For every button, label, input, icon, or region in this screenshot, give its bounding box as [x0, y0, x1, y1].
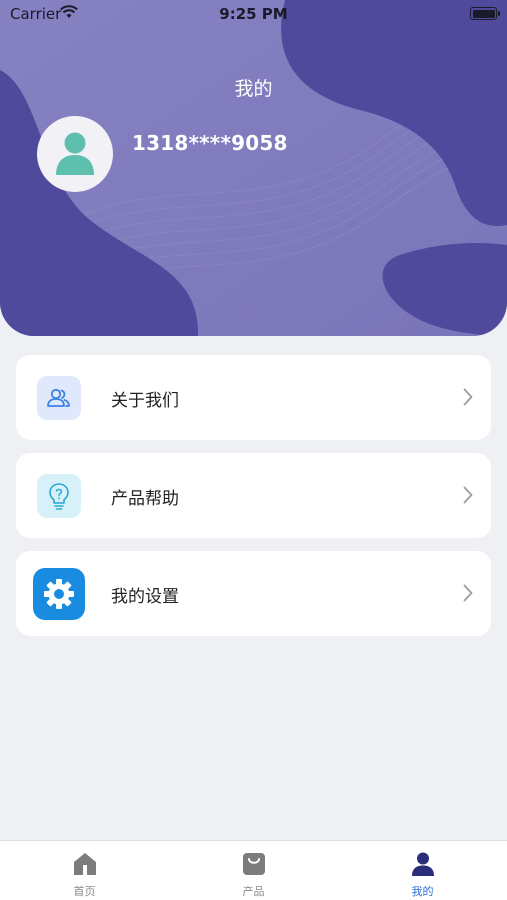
person-icon	[412, 852, 434, 876]
tab-products[interactable]: 产品	[169, 841, 338, 900]
people-icon	[37, 376, 81, 420]
tab-label: 产品	[242, 885, 265, 898]
profile-header: Carrier 9:25 PM 我的 1318****9058	[0, 0, 507, 336]
user-avatar-icon	[56, 132, 94, 175]
tab-label: 首页	[73, 885, 96, 898]
tab-mine[interactable]: 我的	[338, 841, 507, 900]
page-title: 我的	[234, 78, 273, 100]
lightbulb-question-icon	[37, 474, 81, 518]
chevron-right-icon	[463, 584, 473, 602]
tab-home[interactable]: 首页	[0, 841, 169, 900]
menu-item-label: 产品帮助	[111, 489, 179, 509]
tab-label: 我的	[411, 885, 434, 898]
avatar[interactable]	[37, 116, 113, 192]
menu-item-label: 关于我们	[111, 391, 179, 411]
chevron-right-icon	[463, 388, 473, 406]
gear-icon	[33, 568, 85, 620]
chevron-right-icon	[463, 486, 473, 504]
battery-icon	[470, 7, 500, 20]
clock: 9:25 PM	[219, 5, 288, 23]
menu-item-label: 我的设置	[111, 587, 179, 607]
status-bar: Carrier 9:25 PM	[0, 0, 507, 28]
home-icon	[74, 853, 96, 875]
menu-item-about-us[interactable]: 关于我们	[16, 355, 491, 440]
menu-item-my-settings[interactable]: 我的设置	[16, 551, 491, 636]
username: 1318****9058	[132, 131, 288, 155]
menu-item-product-help[interactable]: 产品帮助	[16, 453, 491, 538]
tab-bar: 首页 产品 我的	[0, 840, 507, 900]
shopping-bag-icon	[243, 853, 265, 875]
